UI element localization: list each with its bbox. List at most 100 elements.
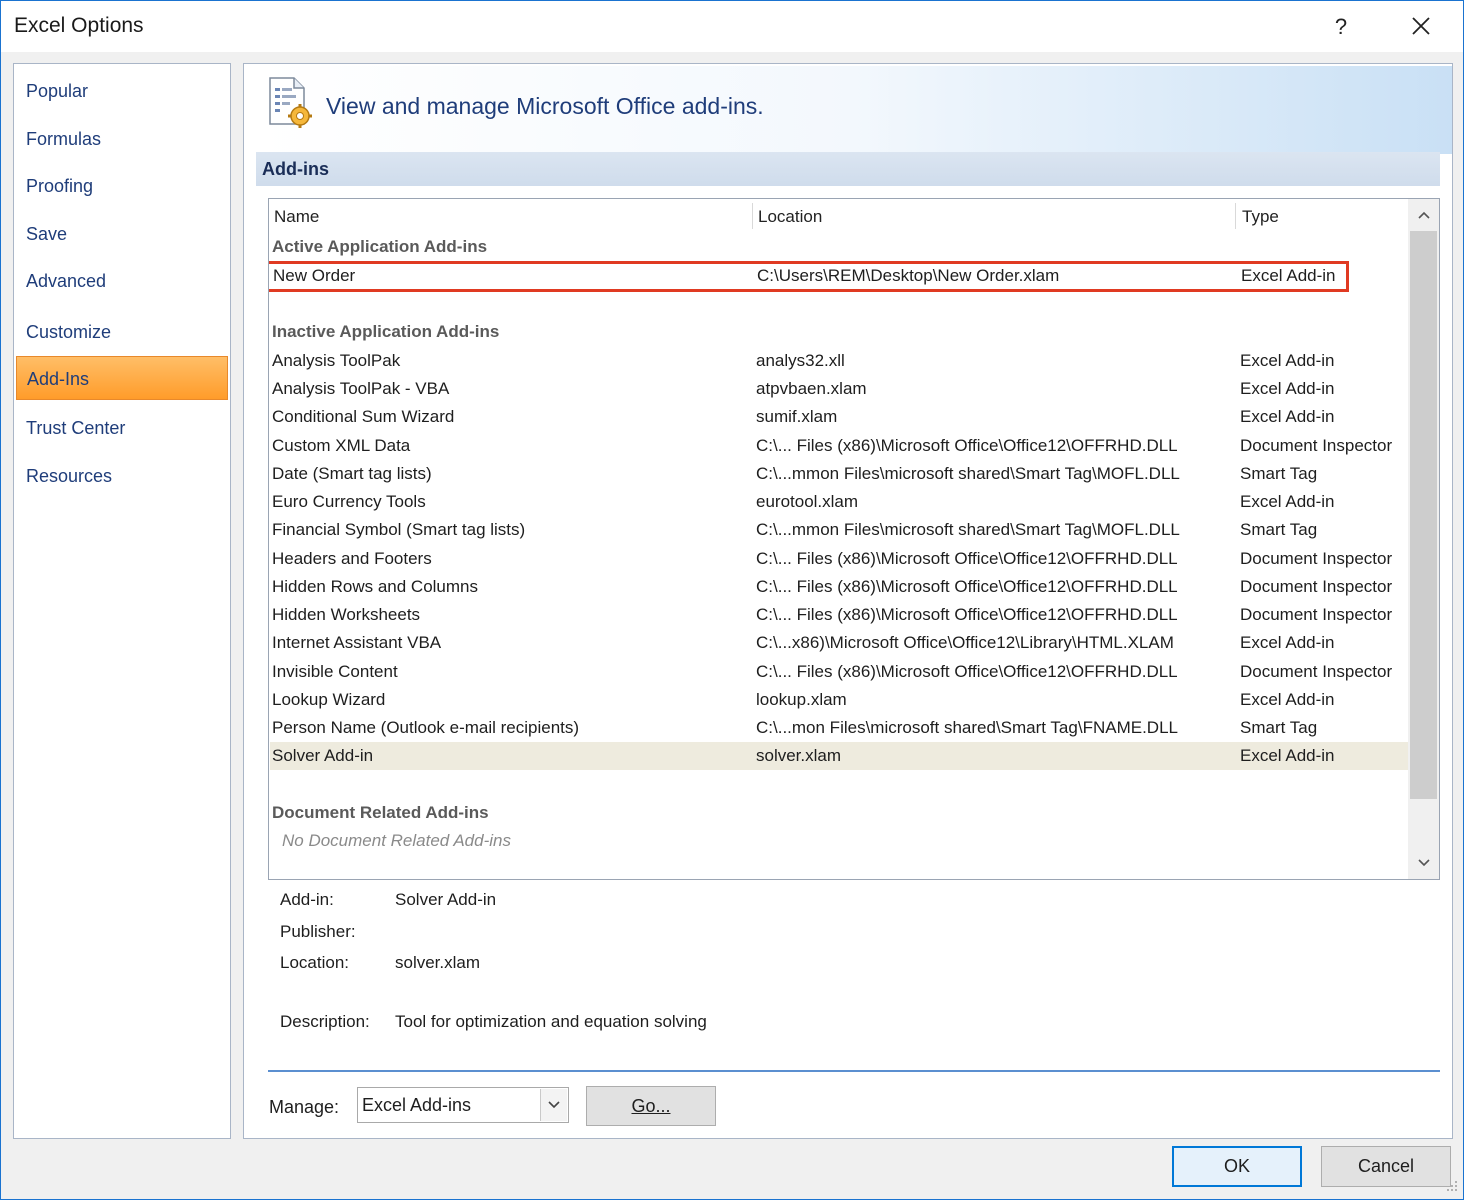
table-row[interactable]: Invisible Content C:\... Files (x86)\Micr…: [270, 658, 1408, 686]
table-row[interactable]: Custom XML Data C:\... Files (x86)\Micros…: [270, 432, 1408, 460]
detail-addin-label: Add-in:: [280, 890, 334, 909]
cell-type: Document Inspector: [1240, 436, 1393, 455]
add-ins-list[interactable]: Name Location Type Active Application Ad…: [268, 198, 1440, 880]
cell-type: Document Inspector: [1240, 662, 1393, 681]
column-divider[interactable]: [752, 203, 753, 229]
table-row[interactable]: Euro Currency Tools eurotool.xlam Excel Ad…: [270, 488, 1408, 516]
cell-location: C:\...mmon Files\microsoft shared\Smart …: [756, 464, 1180, 483]
cell-type: Document Inspector: [1240, 577, 1393, 596]
close-button[interactable]: [1399, 5, 1443, 49]
table-row[interactable]: Analysis ToolPak - VBA atpvbaen.xlam Excel…: [270, 375, 1408, 403]
cell-type: Excel Add-in: [1240, 379, 1335, 398]
column-header-type[interactable]: Type: [1242, 207, 1279, 227]
table-row[interactable]: Person Name (Outlook e-mail recipients) C…: [270, 714, 1408, 742]
manage-dropdown-button[interactable]: [540, 1089, 567, 1121]
column-header-location[interactable]: Location: [758, 207, 822, 227]
cell-location: C:\... Files (x86)\Microsoft Office\Offi…: [756, 662, 1178, 681]
sidebar-item-trust-center[interactable]: Trust Center: [16, 406, 228, 450]
cell-location: C:\... Files (x86)\Microsoft Office\Offi…: [756, 605, 1178, 624]
table-row[interactable]: Lookup Wizard lookup.xlam Excel Add-in: [270, 686, 1408, 714]
table-row[interactable]: Internet Assistant VBA C:\...x86)\Microso…: [270, 629, 1408, 657]
panel-banner: View and manage Microsoft Office add-ins…: [258, 66, 1452, 154]
table-row[interactable]: Analysis ToolPak analys32.xll Excel Add-in: [270, 347, 1408, 375]
window-title: Excel Options: [14, 14, 144, 37]
detail-location-value: solver.xlam: [395, 953, 481, 972]
cell-type: Excel Add-in: [1240, 746, 1335, 765]
manage-dropdown[interactable]: Excel Add-ins: [357, 1087, 569, 1123]
sidebar-item-customize[interactable]: Customize: [16, 310, 228, 354]
cell-location: C:\...x86)\Microsoft Office\Office12\Lib…: [756, 633, 1174, 652]
add-ins-gear-icon: [269, 77, 312, 128]
banner-heading: View and manage Microsoft Office add-ins…: [326, 93, 764, 119]
cell-location: C:\...mon Files\microsoft shared\Smart T…: [756, 718, 1178, 737]
cell-name: Internet Assistant VBA: [272, 633, 442, 652]
cell-type: Smart Tag: [1240, 718, 1318, 737]
table-row[interactable]: Headers and Footers C:\... Files (x86)\Mi…: [270, 545, 1408, 573]
cancel-button[interactable]: Cancel: [1321, 1146, 1451, 1187]
resize-grip-icon[interactable]: [1445, 1179, 1459, 1193]
section-title: Add-ins: [262, 159, 329, 179]
sidebar-item-formulas[interactable]: Formulas: [16, 117, 228, 161]
cell-location: lookup.xlam: [756, 690, 847, 709]
cell-name: Analysis ToolPak - VBA: [272, 379, 450, 398]
detail-publisher-label: Publisher:: [280, 922, 356, 941]
section-header: Add-ins: [256, 152, 1440, 186]
sidebar-item-advanced[interactable]: Advanced: [16, 259, 228, 303]
manage-label: Manage:: [269, 1097, 340, 1117]
cell-location: C:\... Files (x86)\Microsoft Office\Offi…: [756, 549, 1178, 568]
title-bar: Excel Options ?: [1, 1, 1463, 52]
column-header-name[interactable]: Name: [274, 207, 319, 227]
scroll-down-button[interactable]: [1408, 849, 1439, 879]
group-inactive-add-ins: Inactive Application Add-ins: [272, 322, 500, 341]
cell-name: Euro Currency Tools: [272, 492, 426, 511]
chevron-down-icon: [548, 1101, 560, 1109]
ok-button[interactable]: OK: [1172, 1146, 1302, 1187]
cell-location: C:\Users\REM\Desktop\New Order.xlam: [757, 266, 1060, 285]
add-ins-panel: View and manage Microsoft Office add-ins…: [243, 63, 1453, 1139]
table-row[interactable]: Financial Symbol (Smart tag lists) C:\...…: [270, 516, 1408, 544]
cell-type: Excel Add-in: [1240, 690, 1335, 709]
scroll-up-button[interactable]: [1408, 199, 1439, 229]
cell-name: Lookup Wizard: [272, 690, 386, 709]
table-row-new-order[interactable]: New Order C:\Users\REM\Desktop\New Order…: [269, 261, 1349, 292]
detail-location-label: Location:: [280, 953, 349, 972]
column-divider[interactable]: [1235, 203, 1236, 229]
group-active-add-ins: Active Application Add-ins: [272, 237, 488, 256]
sidebar-item-resources[interactable]: Resources: [16, 454, 228, 498]
cell-type: Excel Add-in: [1240, 492, 1335, 511]
cell-name: Conditional Sum Wizard: [272, 407, 455, 426]
list-scrollbar[interactable]: [1408, 199, 1439, 879]
table-row[interactable]: Conditional Sum Wizard sumif.xlam Excel Ad…: [270, 403, 1408, 431]
table-row[interactable]: Date (Smart tag lists) C:\...mmon Files\m…: [270, 460, 1408, 488]
cell-name: Solver Add-in: [272, 746, 374, 765]
sidebar-item-proofing[interactable]: Proofing: [16, 164, 228, 208]
cell-type: Smart Tag: [1240, 464, 1318, 483]
cell-type: Excel Add-in: [1241, 266, 1336, 285]
cell-type: Excel Add-in: [1240, 351, 1335, 370]
cell-location: atpvbaen.xlam: [756, 379, 867, 398]
table-row[interactable]: Hidden Worksheets C:\... Files (x86)\Micr…: [270, 601, 1408, 629]
sidebar-item-add-ins[interactable]: Add-Ins: [16, 356, 228, 400]
help-button[interactable]: ?: [1319, 5, 1363, 49]
cell-type: Excel Add-in: [1240, 633, 1335, 652]
scroll-thumb[interactable]: [1410, 231, 1437, 799]
sidebar-item-popular[interactable]: Popular: [16, 69, 228, 113]
table-row-selected[interactable]: Solver Add-in solver.xlam Excel Add-in: [270, 742, 1408, 770]
cell-name: Date (Smart tag lists): [272, 464, 432, 483]
cell-location: analys32.xll: [756, 351, 845, 370]
cell-location: C:\... Files (x86)\Microsoft Office\Offi…: [756, 436, 1178, 455]
cell-location: solver.xlam: [756, 746, 842, 765]
sidebar-item-save[interactable]: Save: [16, 212, 228, 256]
go-button[interactable]: Go...: [586, 1086, 716, 1126]
cell-location: C:\...mmon Files\microsoft shared\Smart …: [756, 520, 1180, 539]
cell-name: Hidden Rows and Columns: [272, 577, 478, 596]
group-document-add-ins: Document Related Add-ins: [272, 803, 489, 822]
no-document-add-ins-text: No Document Related Add-ins: [282, 831, 511, 850]
close-icon: [1412, 17, 1430, 35]
cell-name: Analysis ToolPak: [272, 351, 401, 370]
detail-description-label: Description:: [280, 1012, 370, 1031]
cell-type: Document Inspector: [1240, 605, 1393, 624]
table-row[interactable]: Hidden Rows and Columns C:\... Files (x86…: [270, 573, 1408, 601]
excel-options-dialog: Excel Options ? Popular Formulas Proofin…: [0, 0, 1464, 1200]
manage-divider: [268, 1070, 1440, 1072]
